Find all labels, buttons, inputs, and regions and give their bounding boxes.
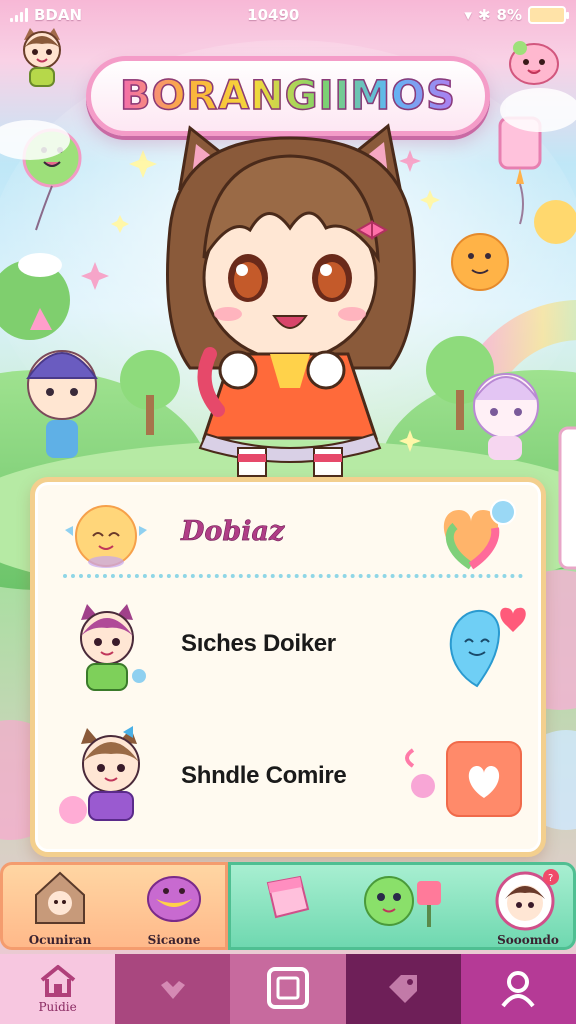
game-title: BORANGIIMOS [119, 72, 456, 120]
svg-text:?: ? [548, 873, 553, 884]
category-group-left: Ocuniran Sicaone [0, 862, 228, 950]
sun-blob-icon [65, 505, 147, 568]
heart-card-icon [405, 741, 522, 817]
category-label: Sooomdo [497, 933, 559, 947]
nav-gallery[interactable] [230, 954, 346, 1024]
nav-favorites[interactable] [115, 954, 231, 1024]
cat-girl-avatar-icon [23, 28, 61, 87]
list-item[interactable]: Shndle Comire [35, 714, 541, 834]
smiling-balloon-icon [449, 607, 526, 688]
signal-icon [10, 8, 28, 22]
heart-down-icon [160, 981, 185, 999]
character-name: Shndle Comire [181, 762, 347, 789]
pet-avatar-button[interactable] [506, 34, 562, 90]
bluetooth-icon: ✱ [477, 6, 491, 24]
tag-icon [389, 975, 418, 1003]
bottom-nav: Puidie [0, 954, 576, 1024]
character-list-panel: Dobiaz Sıches Doiker Shndle Comire [30, 477, 546, 857]
rainbow-heart-icon[interactable] [435, 496, 519, 572]
category-sicaone[interactable]: Sicaone [129, 869, 219, 949]
house-character-icon [35, 871, 85, 924]
player-avatar-button[interactable] [14, 28, 70, 87]
battery-icon [528, 6, 569, 24]
panel-title: Dobiaz [181, 516, 285, 548]
square-frame-icon [267, 967, 309, 1009]
nav-shop[interactable] [345, 954, 461, 1024]
category-group-right: ? Sooomdo [228, 862, 576, 950]
game-scene: BDAN 10490 ▾ ✱ 8% BORANGIIMOS Dobiaz Sıc… [0, 0, 576, 1024]
nav-home[interactable]: Puidie [0, 954, 116, 1024]
pink-pet-icon [509, 41, 559, 85]
carrier-text: BDAN [34, 6, 83, 24]
status-left: BDAN [10, 6, 82, 24]
purple-monster-icon [147, 876, 201, 922]
category-label: Sicaone [147, 933, 201, 947]
character-avatar [59, 726, 140, 824]
pink-box-icon [266, 875, 310, 919]
status-bar: BDAN 10490 ▾ ✱ 8% [0, 0, 576, 30]
category-ocuniran[interactable]: Ocuniran [15, 869, 105, 949]
status-right: ▾ ✱ 8% [464, 6, 569, 24]
battery-percent: 8% [496, 6, 522, 24]
category-item-3[interactable] [241, 869, 331, 949]
panel-divider [63, 574, 523, 578]
character-name: Sıches Doiker [181, 630, 336, 657]
wifi-icon: ▾ [464, 6, 472, 24]
category-bar: Ocuniran Sicaone ? Sooomdo [0, 862, 576, 950]
character-avatar [80, 604, 146, 691]
category-sooomdo[interactable]: ? Sooomdo [483, 869, 573, 949]
friend-avatar-icon: ? [495, 869, 559, 931]
clock: 10490 [247, 6, 300, 24]
profile-icon [501, 971, 536, 1008]
home-icon [40, 965, 75, 997]
nav-profile[interactable] [460, 954, 576, 1024]
category-label: Ocuniran [28, 933, 92, 947]
green-critter-icon [364, 876, 441, 927]
main-character-cat-girl[interactable] [150, 118, 430, 478]
nav-label: Puidie [38, 1000, 77, 1014]
category-item-4[interactable] [355, 869, 445, 949]
list-item[interactable]: Sıches Doiker [35, 590, 541, 700]
